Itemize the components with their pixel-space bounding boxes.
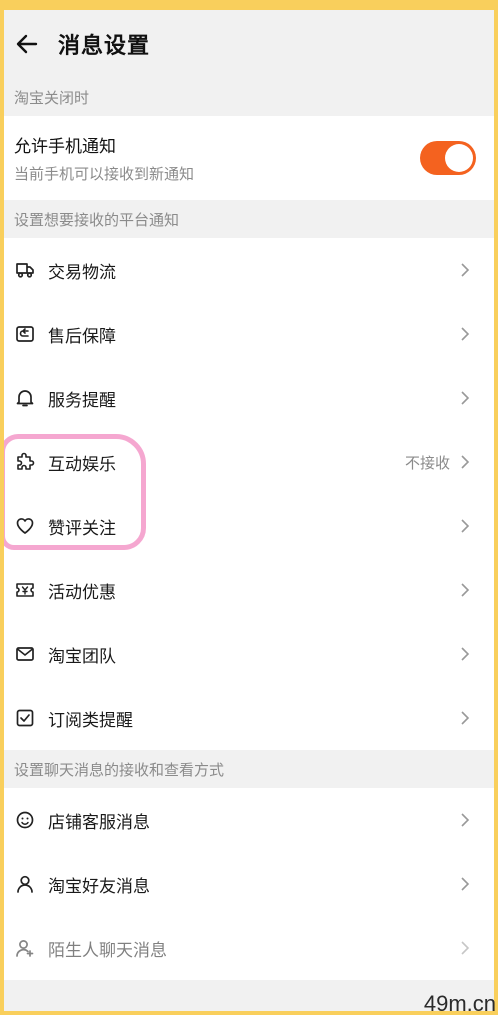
list-item-label: 活动优惠 [48,582,116,603]
page-title: 消息设置 [58,34,151,59]
arrow-left-icon[interactable] [14,31,40,57]
chevron-right-icon [458,327,472,341]
list-item-label: 服务提醒 [48,390,116,411]
list-item-interactive-entertainment[interactable]: 互动娱乐 不接收 [4,430,494,494]
puzzle-icon [14,451,36,473]
list-item-promotions[interactable]: 活动优惠 [4,558,494,622]
list-item-label: 订阅类提醒 [48,710,133,731]
smiley-icon [14,809,36,831]
list-item-label: 陌生人聊天消息 [48,940,167,961]
toggle-sub-label: 当前手机可以接收到新通知 [14,165,195,183]
coupon-icon [14,579,36,601]
list-item-label: 赞评关注 [48,518,116,539]
mail-icon [14,643,36,665]
list-item-label: 淘宝好友消息 [48,876,150,897]
section-label-chat: 设置聊天消息的接收和查看方式 [14,760,225,779]
list-item-likes-comments-follows[interactable]: 赞评关注 [4,494,494,558]
notification-permission-card: 允许手机通知 当前手机可以接收到新通知 [4,116,494,200]
list-item-friend-messages[interactable]: 淘宝好友消息 [4,852,494,916]
checkbox-icon [14,707,36,729]
header: 消息设置 [4,10,494,78]
list-item-after-sales[interactable]: 售后保障 [4,302,494,366]
chevron-right-icon [458,813,472,827]
list-item-label: 互动娱乐 [48,454,116,475]
chevron-right-icon [458,877,472,891]
toggle-main-label: 允许手机通知 [14,137,116,157]
shield-return-icon [14,323,36,345]
allow-phone-notification-row[interactable]: 允许手机通知 当前手机可以接收到新通知 [4,116,494,200]
bell-icon [14,387,36,409]
list-item-label: 店铺客服消息 [48,812,150,833]
list-item-value: 不接收 [404,453,450,472]
allow-notification-toggle[interactable] [420,141,476,175]
list-item-subscription-reminder[interactable]: 订阅类提醒 [4,686,494,750]
chevron-right-icon [458,263,472,277]
chevron-right-icon [458,941,472,955]
list-item-label: 交易物流 [48,262,116,283]
section-label-closed: 淘宝关闭时 [14,88,90,107]
list-item-stranger-messages[interactable]: 陌生人聊天消息 [4,916,494,980]
list-item-service-reminder[interactable]: 服务提醒 [4,366,494,430]
list-item-trade-logistics[interactable]: 交易物流 [4,238,494,302]
truck-icon [14,259,36,281]
list-item-label: 售后保障 [48,326,116,347]
chevron-right-icon [458,391,472,405]
chevron-right-icon [458,647,472,661]
list-item-shop-service-messages[interactable]: 店铺客服消息 [4,788,494,852]
chevron-right-icon [458,455,472,469]
heart-icon [14,515,36,537]
chevron-right-icon [458,519,472,533]
list-item-label: 淘宝团队 [48,646,116,667]
chevron-right-icon [458,711,472,725]
settings-screen: 消息设置 淘宝关闭时 允许手机通知 当前手机可以接收到新通知 设置想要接收的平台… [4,10,494,1011]
person-plus-icon [14,937,36,959]
list-item-taobao-team[interactable]: 淘宝团队 [4,622,494,686]
platform-notification-list: 交易物流 售后保障 服务提醒 互动娱乐 不接收 赞评关注 活动优惠 淘宝团队 订… [4,238,494,750]
chevron-right-icon [458,583,472,597]
section-label-platform: 设置想要接收的平台通知 [14,210,180,229]
watermark: 49m.cn [423,991,496,1015]
chat-message-list: 店铺客服消息 淘宝好友消息 陌生人聊天消息 [4,788,494,980]
person-icon [14,873,36,895]
